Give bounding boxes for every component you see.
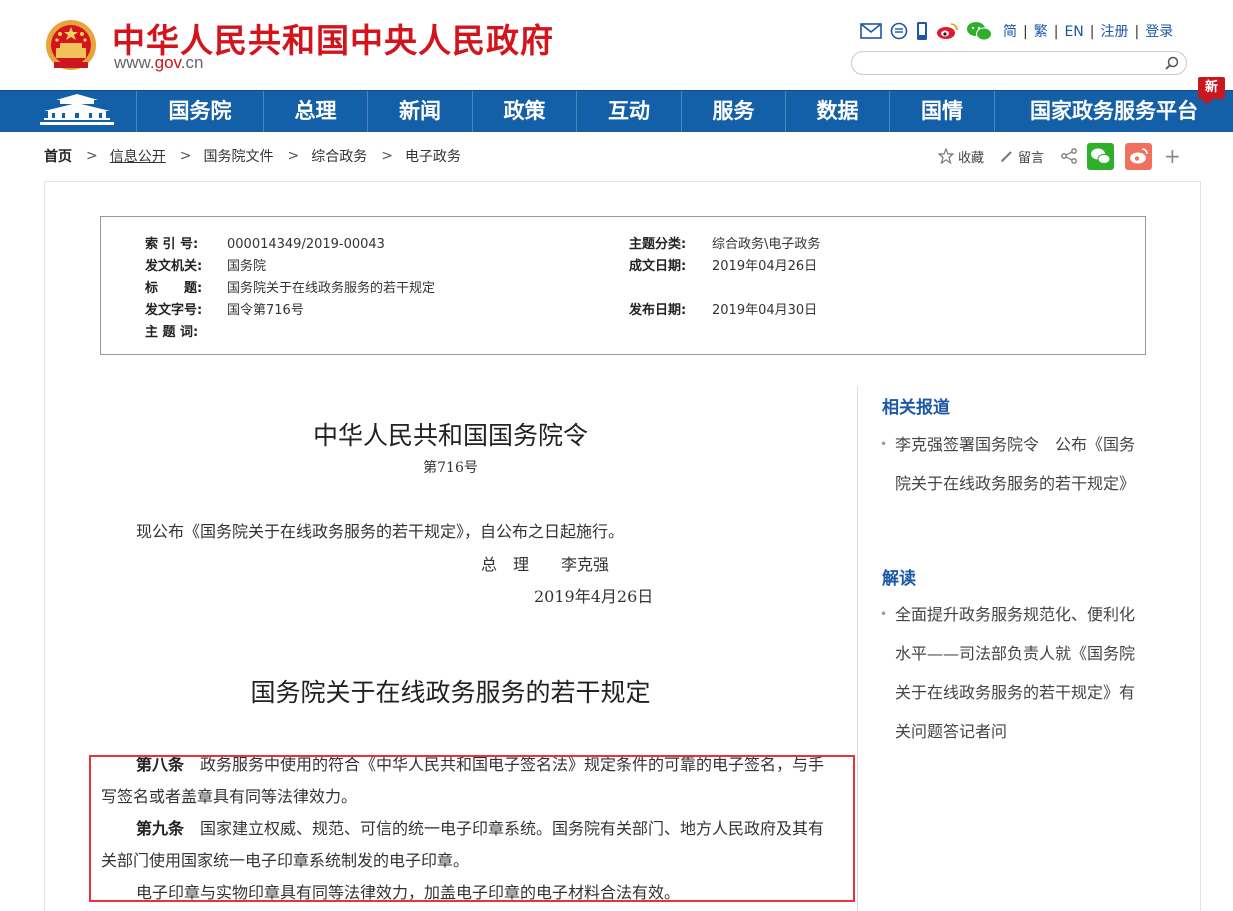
signing-date: 2019年4月26日 (534, 587, 654, 606)
order-title: 中华人民共和国国务院令 (312, 421, 588, 450)
wechat-icon[interactable] (966, 21, 992, 41)
nav-item-national-info[interactable]: 国情 (889, 91, 994, 132)
nav-item-policy[interactable]: 政策 (472, 91, 576, 132)
share-toolbar: 收藏 留言 + (938, 142, 1181, 170)
bullet-icon: • (880, 607, 888, 621)
lang-simplified-link[interactable]: 简 (1003, 24, 1017, 40)
more-share-button[interactable]: + (1164, 144, 1181, 168)
premier-signature: 总 理 李克强 (481, 555, 610, 574)
breadcrumb-state-council-docs[interactable]: 国务院文件 (203, 146, 273, 166)
chevron-right-icon: > (179, 148, 192, 164)
lang-english-link[interactable]: EN (1064, 24, 1083, 40)
national-emblem-icon[interactable] (44, 18, 98, 74)
breadcrumb-info-public[interactable]: 信息公开 (110, 146, 166, 166)
meta-title: 标 题: 国务院关于在线政务服务的若干规定 (145, 281, 436, 296)
nav-item-interaction[interactable]: 互动 (576, 91, 681, 132)
pencil-icon[interactable] (1000, 149, 1014, 163)
wechat-share-icon[interactable] (1087, 142, 1115, 170)
breadcrumb-general-affairs[interactable]: 综合政务 (311, 146, 367, 166)
share-icon[interactable] (1060, 147, 1078, 165)
interpretation-link[interactable]: • 全面提升政务服务规范化、便利化水平——司法部负责人就《国务院关于在线政务服务的… (880, 595, 1150, 751)
meta-keywords: 主 题 词: (145, 325, 199, 340)
star-icon[interactable] (938, 148, 954, 164)
chevron-right-icon: > (86, 148, 98, 164)
mobile-icon[interactable] (916, 21, 928, 41)
message-icon[interactable] (890, 22, 908, 40)
related-report-link[interactable]: • 李克强签署国务院令 公布《国务院关于在线政务服务的若干规定》 (880, 425, 1150, 503)
mail-icon[interactable] (860, 23, 882, 39)
chevron-right-icon: > (381, 148, 393, 164)
site-header: 中华人民共和国中央人民政府 www.gov.cn 简 | 繁 | EN | 注册 | 登录 (0, 0, 1233, 90)
related-reports-heading: 相关报道 (882, 398, 950, 418)
regulation-title: 国务院关于在线政务服务的若干规定 (250, 678, 651, 707)
nav-item-data[interactable]: 数据 (785, 91, 889, 132)
site-domain: www.gov.cn (114, 53, 204, 72)
register-link[interactable]: 注册 (1100, 24, 1128, 40)
main-nav: 国务院 总理 新闻 政策 互动 服务 数据 国情 国家政务服务平台 (0, 90, 1233, 132)
nav-item-news[interactable]: 新闻 (367, 91, 472, 132)
chevron-right-icon: > (287, 148, 300, 164)
interpretation-heading: 解读 (882, 569, 916, 589)
nav-item-premier[interactable]: 总理 (263, 91, 367, 132)
meta-index: 索 引 号: 000014349/2019-00043 (145, 237, 385, 252)
highlight-box (89, 755, 855, 902)
home-building-icon[interactable] (0, 91, 136, 132)
language-links: 简 | 繁 | EN | 注册 | 登录 (1003, 24, 1174, 40)
breadcrumb: 首页 > 信息公开 > 国务院文件 > 综合政务 > 电子政务 (44, 146, 461, 166)
search-input[interactable] (851, 51, 1187, 75)
meta-topic: 主题分类: 综合政务\电子政务 (629, 237, 821, 252)
favorite-button[interactable]: 收藏 (958, 147, 984, 166)
meta-doc-number: 发文字号: 国令第716号 (145, 303, 304, 318)
column-divider (857, 386, 858, 911)
new-badge: 新 (1198, 77, 1225, 105)
order-number: 第716号 (423, 460, 478, 476)
announcement-text: 现公布《国务院关于在线政务服务的若干规定》，自公布之日起施行。 (136, 522, 625, 541)
search-icon[interactable] (1164, 55, 1180, 71)
login-link[interactable]: 登录 (1145, 24, 1173, 40)
meta-issuer: 发文机关: 国务院 (145, 259, 267, 274)
meta-published-date: 发布日期: 2019年04月30日 (629, 303, 818, 318)
breadcrumb-home[interactable]: 首页 (44, 146, 72, 166)
weibo-icon[interactable] (936, 22, 958, 40)
weibo-share-icon[interactable] (1125, 142, 1153, 170)
lang-traditional-link[interactable]: 繁 (1034, 24, 1048, 40)
comment-button[interactable]: 留言 (1018, 147, 1044, 166)
bullet-icon: • (880, 437, 888, 451)
nav-item-state-council[interactable]: 国务院 (136, 91, 263, 132)
top-icon-bar (860, 20, 992, 42)
meta-written-date: 成文日期: 2019年04月26日 (629, 259, 818, 274)
breadcrumb-e-government[interactable]: 电子政务 (405, 146, 461, 166)
nav-item-services[interactable]: 服务 (681, 91, 785, 132)
